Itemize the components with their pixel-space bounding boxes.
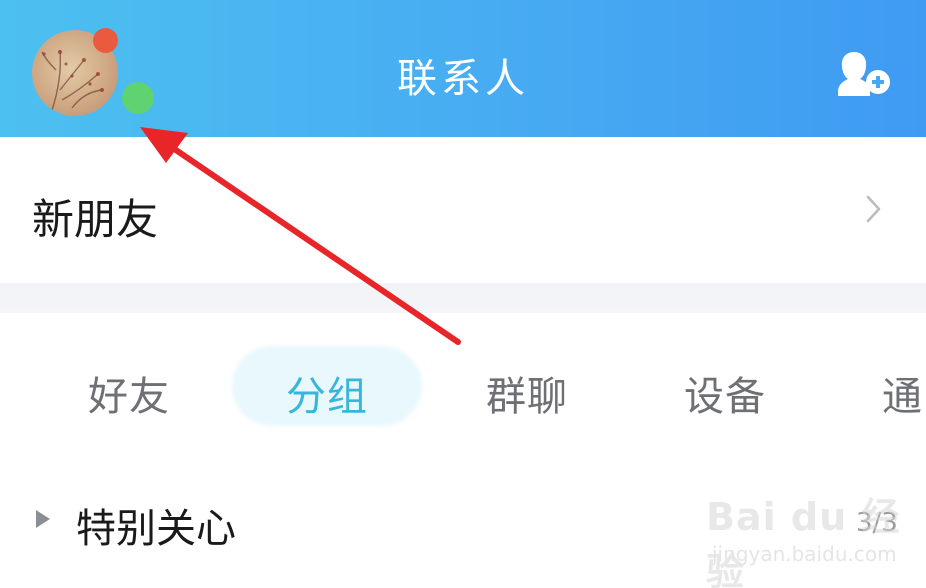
- tab-devices[interactable]: 设备: [684, 364, 766, 422]
- triangle-right-icon: [36, 510, 50, 528]
- watermark-logo: Bai du 经验: [706, 495, 901, 588]
- chevron-right-icon: [866, 195, 881, 223]
- header-bar: 联系人: [0, 0, 926, 137]
- new-friends-label: 新朋友: [32, 195, 159, 244]
- tab-friends[interactable]: 好友: [88, 364, 170, 422]
- add-contact-icon: [838, 52, 890, 96]
- watermark-url: jingyan.baidu.com: [712, 542, 897, 566]
- page-title: 联系人: [397, 56, 529, 102]
- tab-group-chats[interactable]: 群聊: [486, 364, 568, 422]
- group-special-care[interactable]: 特别关心: [76, 496, 236, 554]
- contacts-screen: 联系人 新朋友 好友 分组 群聊 设备 通 特别关心 3/3 Bai du 经验…: [0, 0, 926, 588]
- add-contact-button[interactable]: [832, 50, 894, 98]
- tab-contacts-book[interactable]: 通: [882, 364, 923, 422]
- watermark: Bai du 经验 jingyan.baidu.com: [706, 486, 916, 588]
- tab-groups[interactable]: 分组: [286, 364, 368, 422]
- section-divider: [0, 283, 926, 313]
